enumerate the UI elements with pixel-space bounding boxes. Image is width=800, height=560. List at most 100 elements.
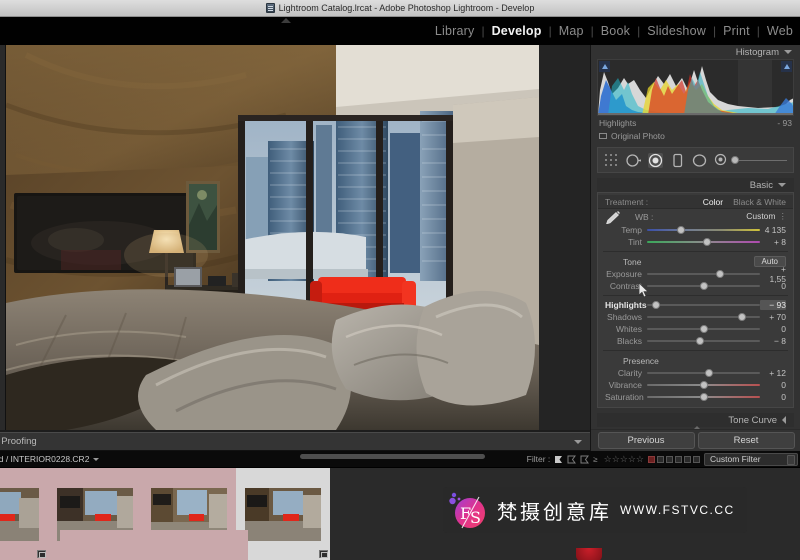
- graduated-filter-tool-icon[interactable]: [670, 153, 685, 168]
- color-label-blue[interactable]: [675, 455, 682, 463]
- treatment-bw-option[interactable]: Black & White: [733, 197, 786, 207]
- red-eye-tool-icon[interactable]: [648, 152, 663, 168]
- shadows-slider-track[interactable]: [647, 313, 760, 321]
- vibrance-value[interactable]: 0: [760, 380, 786, 390]
- contrast-slider-knob[interactable]: [699, 282, 708, 290]
- contrast-value[interactable]: 0: [760, 281, 786, 291]
- whites-slider-knob[interactable]: [699, 325, 708, 333]
- treatment-color-option[interactable]: Color: [703, 197, 723, 207]
- whites-slider-track[interactable]: [647, 325, 760, 333]
- chevron-down-icon[interactable]: [93, 458, 100, 462]
- saturation-value[interactable]: 0: [760, 392, 786, 402]
- color-label-filters[interactable]: [648, 455, 700, 463]
- histogram-panel-header[interactable]: Histogram: [591, 45, 800, 59]
- chevron-down-icon[interactable]: [784, 50, 792, 54]
- chevron-down-icon[interactable]: [778, 183, 786, 187]
- module-map[interactable]: Map: [552, 24, 591, 38]
- spot-removal-tool-icon[interactable]: [626, 153, 641, 168]
- rating-gte-icon[interactable]: ≥: [593, 455, 597, 464]
- module-book[interactable]: Book: [594, 24, 637, 38]
- highlights-slider-track[interactable]: [647, 301, 760, 309]
- slider-row-blacks[interactable]: Blacks − 8: [598, 335, 793, 347]
- photo-image[interactable]: [6, 45, 539, 430]
- color-label-yellow[interactable]: [657, 455, 664, 463]
- clarity-slider-track[interactable]: [647, 369, 760, 377]
- radial-filter-tool-icon[interactable]: [692, 153, 707, 168]
- blacks-slider-track[interactable]: [647, 337, 760, 345]
- flag-unflagged-icon[interactable]: [567, 455, 577, 464]
- slider-row-temp[interactable]: Temp 4 135: [598, 224, 793, 236]
- original-photo-toggle[interactable]: Original Photo: [599, 131, 792, 141]
- slider-row-exposure[interactable]: Exposure + 1,55: [598, 264, 793, 284]
- temp-slider-track[interactable]: [647, 226, 760, 234]
- highlight-clipping-indicator[interactable]: [781, 61, 792, 72]
- slider-row-vibrance[interactable]: Vibrance 0: [598, 379, 793, 391]
- brush-size-slider[interactable]: [731, 155, 787, 164]
- dropdown-arrows-icon[interactable]: [787, 454, 795, 465]
- toolbar-caret-icon[interactable]: [574, 439, 582, 444]
- crop-overlay-tool-icon[interactable]: [604, 153, 619, 168]
- blacks-slider-knob[interactable]: [696, 337, 705, 345]
- color-label-none[interactable]: [693, 455, 700, 463]
- module-slideshow[interactable]: Slideshow: [640, 24, 713, 38]
- slider-row-saturation[interactable]: Saturation 0: [598, 391, 793, 403]
- tone-curve-panel-header[interactable]: Tone Curve: [597, 413, 794, 427]
- slider-row-highlights[interactable]: Highlights − 93: [598, 299, 793, 311]
- brush-size-knob[interactable]: [731, 155, 739, 164]
- slider-row-tint[interactable]: Tint + 8: [598, 236, 793, 248]
- color-label-red[interactable]: [648, 455, 655, 463]
- list-item[interactable]: [0, 468, 48, 560]
- filmstrip-scrollbar[interactable]: [300, 454, 485, 459]
- highlights-slider-knob[interactable]: [652, 301, 661, 309]
- color-label-purple[interactable]: [684, 455, 691, 463]
- clarity-value[interactable]: + 12: [760, 368, 786, 378]
- filmstrip-source-path[interactable]: ed / INTERIOR0228.CR2: [0, 454, 100, 464]
- slider-row-shadows[interactable]: Shadows + 70: [598, 311, 793, 323]
- shadows-slider-knob[interactable]: [737, 313, 746, 321]
- contrast-slider-track[interactable]: [647, 282, 760, 290]
- tint-slider-knob[interactable]: [702, 238, 711, 246]
- develop-toolbar[interactable]: t Proofing: [0, 432, 590, 451]
- tint-value[interactable]: + 8: [760, 237, 786, 247]
- vibrance-slider-knob[interactable]: [699, 381, 708, 389]
- module-develop[interactable]: Develop: [485, 24, 549, 38]
- adjustment-brush-tool-icon[interactable]: [714, 153, 729, 168]
- temp-slider-knob[interactable]: [676, 226, 685, 234]
- temp-value[interactable]: 4 135: [760, 225, 786, 235]
- chevron-left-icon[interactable]: [782, 416, 786, 424]
- blacks-value[interactable]: − 8: [760, 336, 786, 346]
- vibrance-slider-track[interactable]: [647, 381, 760, 389]
- basic-panel-header[interactable]: Basic: [597, 178, 794, 192]
- slider-row-whites[interactable]: Whites 0: [598, 323, 793, 335]
- shadows-value[interactable]: + 70: [760, 312, 786, 322]
- color-label-green[interactable]: [666, 455, 673, 463]
- list-item[interactable]: [60, 530, 154, 560]
- white-balance-selector-icon[interactable]: [605, 210, 621, 225]
- identity-plate-arrow-icon[interactable]: [281, 18, 291, 23]
- histogram-graph[interactable]: [597, 59, 794, 116]
- flag-rejected-icon[interactable]: [580, 455, 590, 464]
- module-print[interactable]: Print: [716, 24, 757, 38]
- highlights-value[interactable]: − 93: [760, 300, 786, 310]
- saturation-slider-knob[interactable]: [699, 393, 708, 401]
- soft-proofing-label[interactable]: t Proofing: [0, 436, 37, 447]
- shadow-clipping-indicator[interactable]: [599, 61, 610, 72]
- module-web[interactable]: Web: [760, 24, 800, 38]
- tint-slider-track[interactable]: [647, 238, 760, 246]
- list-item[interactable]: [154, 530, 248, 560]
- reset-button[interactable]: Reset: [697, 432, 795, 449]
- slider-row-contrast[interactable]: Contrast 0: [598, 280, 793, 292]
- saturation-slider-track[interactable]: [647, 393, 760, 401]
- module-library[interactable]: Library: [428, 24, 482, 38]
- flag-picked-icon[interactable]: [554, 455, 563, 464]
- exposure-slider-knob[interactable]: [716, 270, 725, 278]
- wb-preset-value[interactable]: Custom ⋮: [746, 211, 787, 222]
- previous-button[interactable]: Previous: [597, 432, 695, 449]
- slider-row-clarity[interactable]: Clarity + 12: [598, 367, 793, 379]
- wb-dropdown-icon[interactable]: ⋮: [779, 211, 787, 221]
- exposure-slider-track[interactable]: [647, 270, 760, 278]
- clarity-slider-knob[interactable]: [705, 369, 714, 377]
- list-item-selected[interactable]: [236, 468, 330, 560]
- rating-stars[interactable]: ☆☆☆☆☆: [604, 454, 644, 465]
- whites-value[interactable]: 0: [760, 324, 786, 334]
